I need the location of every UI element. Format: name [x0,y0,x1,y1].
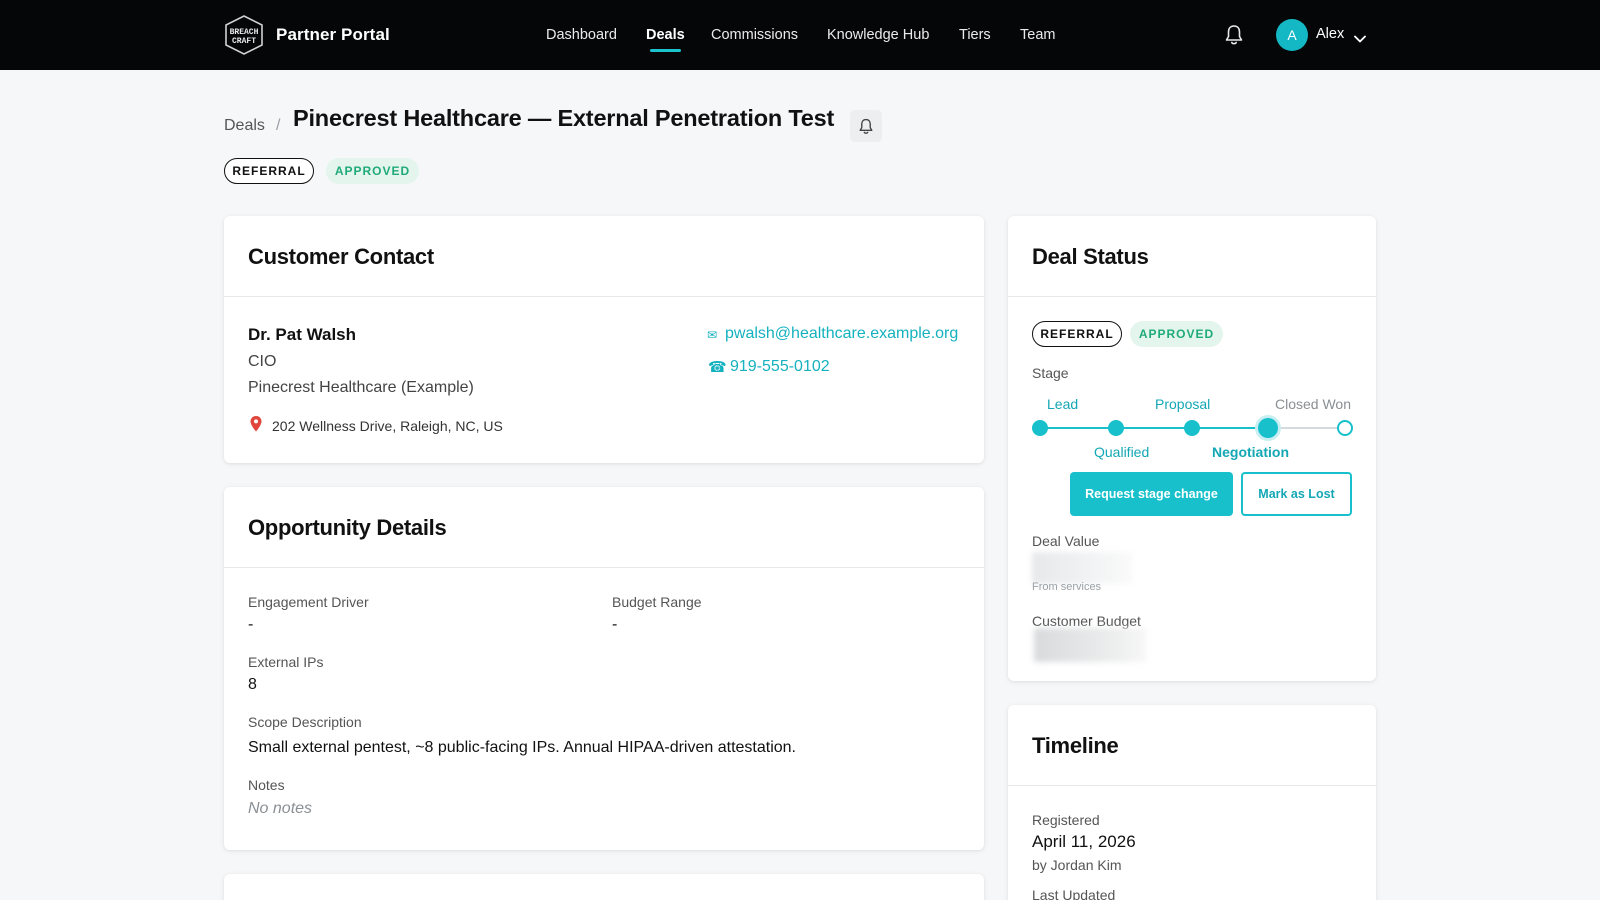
nav-deals[interactable]: Deals [646,27,685,52]
deal-type-badge: REFERRAL [224,158,314,184]
opportunity-details-card: Opportunity Details Engagement Driver - … [224,487,984,850]
nav-team[interactable]: Team [1020,27,1055,43]
stage-dot-negotiation [1258,418,1278,438]
deal-status-title: Deal Status [1032,244,1149,269]
page-title: Pinecrest Healthcare — External Penetrat… [293,105,835,131]
registered-by: by Jordan Kim [1032,857,1122,873]
chevron-down-icon[interactable] [1354,30,1366,43]
stage-lead-label: Lead [1047,396,1079,412]
customer-budget-redacted [1034,628,1146,662]
registered-date: April 11, 2026 [1032,832,1136,851]
user-avatar[interactable]: A [1276,19,1308,51]
contact-company: Pinecrest Healthcare (Example) [248,379,474,396]
mark-as-lost-button[interactable]: Mark as Lost [1241,472,1352,516]
card-divider [224,296,984,297]
budget-range-value: - [612,616,618,633]
user-name[interactable]: Alex [1316,26,1344,42]
stage-remaining-line [1275,427,1345,429]
external-ips-label: External IPs [248,654,324,670]
contact-address: 202 Wellness Drive, Raleigh, NC, US [272,418,503,434]
stage-dot-qualified [1108,420,1124,436]
deal-status-badge: APPROVED [1130,321,1223,347]
phone-icon: ☎ [708,359,727,376]
external-ips-value: 8 [248,676,257,693]
deal-status-card: Deal Status REFERRAL APPROVED Stage Lead… [1008,216,1376,681]
opportunity-details-title: Opportunity Details [248,515,447,540]
stage-negotiation-label: Negotiation [1212,444,1289,460]
card-divider [1008,785,1376,786]
nav-deals-label: Deals [646,27,685,43]
active-nav-indicator [650,49,681,52]
stage-closed-won-label: Closed Won [1275,396,1352,412]
card-divider [1008,296,1376,297]
nav-commissions[interactable]: Commissions [711,27,798,43]
scope-description-label: Scope Description [248,714,362,730]
notes-label: Notes [248,777,285,793]
stage-proposal-label: Proposal [1155,396,1211,412]
top-navigation-bar: BREACH CRAFT Partner Portal Dashboard De… [0,0,1600,70]
deal-value-note: From services [1032,581,1102,593]
nav-knowledge-hub[interactable]: Knowledge Hub [827,27,929,43]
deal-type-badge: REFERRAL [1032,321,1122,347]
map-pin-icon [250,416,262,437]
contact-email-link[interactable]: pwalsh@healthcare.example.org [725,325,958,343]
nav-dashboard[interactable]: Dashboard [546,27,617,43]
stage-qualified-label: Qualified [1094,444,1150,460]
nav-tiers[interactable]: Tiers [959,27,991,43]
scope-description-value: Small external pentest, ~8 public-facing… [248,739,796,756]
customer-budget-label: Customer Budget [1032,613,1141,629]
stage-dot-lead [1032,420,1048,436]
stage-dot-closed-won [1337,420,1353,436]
breadcrumb-deals[interactable]: Deals [224,117,265,135]
contact-name: Dr. Pat Walsh [248,325,357,344]
timeline-card: Timeline Registered April 11, 2026 by Jo… [1008,705,1376,900]
budget-range-label: Budget Range [612,594,702,610]
deal-status-badge: APPROVED [326,158,419,184]
last-updated-label: Last Updated [1032,887,1116,900]
request-stage-change-button[interactable]: Request stage change [1070,472,1233,516]
notifications-bell-icon[interactable] [1224,24,1244,46]
deal-value-label: Deal Value [1032,533,1100,549]
envelope-icon: ✉ [707,328,718,342]
card-divider [224,567,984,568]
contact-phone-link[interactable]: 919-555-0102 [730,358,830,376]
registered-label: Registered [1032,812,1100,828]
customer-contact-card: Customer Contact Dr. Pat Walsh CIO Pinec… [224,216,984,463]
stage-progress-line [1047,427,1275,429]
bell-icon [859,118,873,134]
notes-value: No notes [248,800,313,817]
additional-details-card [224,874,984,900]
breadcrumb-separator: / [276,117,281,134]
deal-value-redacted [1032,552,1132,584]
engagement-driver-label: Engagement Driver [248,594,369,610]
customer-contact-title: Customer Contact [248,244,434,269]
watch-deal-button[interactable] [850,110,882,142]
contact-role: CIO [248,353,277,370]
stage-label: Stage [1032,365,1069,381]
timeline-title: Timeline [1032,733,1119,758]
engagement-driver-value: - [248,616,254,633]
stage-dot-proposal [1184,420,1200,436]
